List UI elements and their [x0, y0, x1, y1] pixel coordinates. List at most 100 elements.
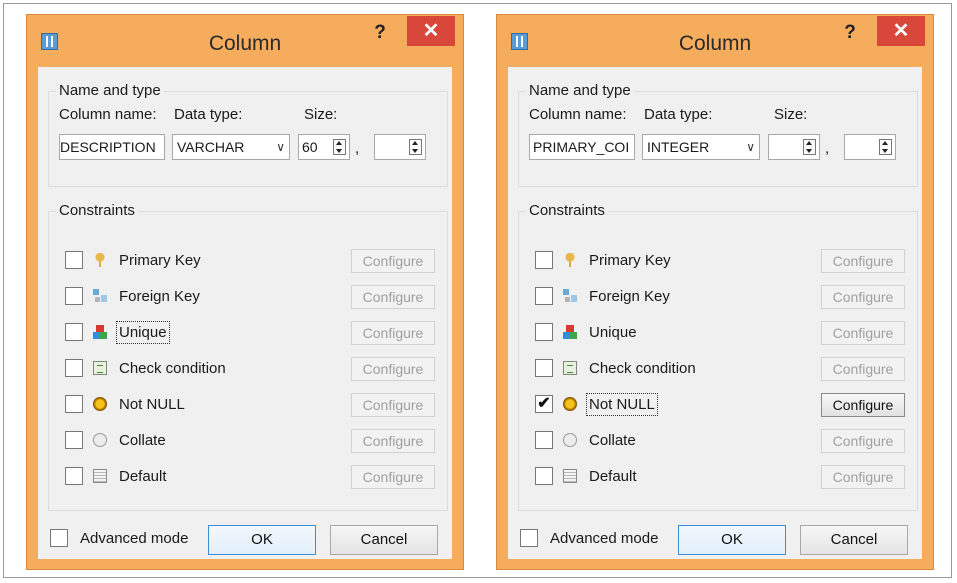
not-null-checkbox[interactable] [65, 395, 83, 413]
constraint-label: Check condition [589, 360, 696, 377]
help-button[interactable]: ? [367, 21, 393, 45]
configure-button[interactable]: Configure [351, 285, 435, 309]
configure-button[interactable]: Configure [821, 357, 905, 381]
data-type-select[interactable]: INTEGER ∨ [642, 134, 760, 160]
constraint-row-check-condition: Check condition Configure [65, 357, 435, 381]
comma-separator: , [825, 140, 830, 157]
constraint-row-not-null: Not NULL Configure [65, 393, 435, 417]
constraints-group: Constraints Primary Key Configure Foreig… [48, 202, 448, 511]
primary-key-checkbox[interactable] [535, 251, 553, 269]
configure-button[interactable]: Configure [351, 393, 435, 417]
ok-button[interactable]: OK [208, 525, 316, 555]
key-icon [93, 253, 107, 267]
constraint-label: Primary Key [589, 252, 671, 269]
collate-icon [563, 433, 577, 447]
size-label: Size: [774, 106, 808, 123]
constraint-label: Not NULL [119, 396, 185, 413]
configure-button[interactable]: Configure [821, 249, 905, 273]
constraint-row-primary-key: Primary Key Configure [535, 249, 905, 273]
check-condition-checkbox[interactable] [65, 359, 83, 377]
advanced-mode-label: Advanced mode [80, 530, 189, 547]
default-icon [563, 469, 577, 483]
column-dialog-right: Column ? ✕ Name and type Column name: Da… [496, 14, 934, 570]
constraint-row-foreign-key: Foreign Key Configure [65, 285, 435, 309]
foreign-key-icon [93, 289, 107, 303]
advanced-mode-checkbox[interactable] [50, 529, 68, 547]
configure-button[interactable]: Configure [351, 321, 435, 345]
name-and-type-group: Name and type Column name: Data type: Si… [48, 82, 448, 187]
group-legend: Name and type [56, 82, 164, 99]
chevron-down-icon: ∨ [746, 140, 755, 154]
cancel-button[interactable]: Cancel [330, 525, 438, 555]
default-checkbox[interactable] [535, 467, 553, 485]
data-type-value: VARCHAR [177, 139, 245, 155]
constraint-row-not-null: ✔ Not NULL Configure [535, 393, 905, 417]
configure-button[interactable]: Configure [351, 357, 435, 381]
close-button[interactable]: ✕ [407, 16, 455, 46]
column-name-label: Column name: [529, 106, 627, 123]
unique-checkbox[interactable] [65, 323, 83, 341]
comma-separator: , [355, 140, 360, 157]
dialog-body: Name and type Column name: Data type: Si… [508, 67, 922, 559]
chevron-down-icon: ∨ [276, 140, 285, 154]
column-name-label: Column name: [59, 106, 157, 123]
constraint-label: Unique [589, 324, 637, 341]
constraint-label: Unique [116, 321, 170, 344]
collate-checkbox[interactable] [65, 431, 83, 449]
unique-checkbox[interactable] [535, 323, 553, 341]
collate-checkbox[interactable] [535, 431, 553, 449]
configure-button[interactable]: Configure [821, 465, 905, 489]
spin-arrows-icon[interactable] [879, 139, 892, 155]
spin-arrows-icon[interactable] [803, 139, 816, 155]
foreign-key-checkbox[interactable] [65, 287, 83, 305]
title-bar[interactable]: Column ? ✕ [27, 15, 463, 67]
size-label: Size: [304, 106, 338, 123]
data-type-select[interactable]: VARCHAR ∨ [172, 134, 290, 160]
default-checkbox[interactable] [65, 467, 83, 485]
constraint-row-default: Default Configure [535, 465, 905, 489]
scale-spinbox[interactable] [844, 134, 896, 160]
configure-button[interactable]: Configure [351, 465, 435, 489]
constraint-label: Default [119, 468, 167, 485]
cancel-button[interactable]: Cancel [800, 525, 908, 555]
configure-button[interactable]: Configure [351, 249, 435, 273]
constraint-label: Foreign Key [589, 288, 670, 305]
ok-button[interactable]: OK [678, 525, 786, 555]
configure-button[interactable]: Configure [821, 285, 905, 309]
dialog-title: Column [678, 32, 752, 55]
foreign-key-checkbox[interactable] [535, 287, 553, 305]
configure-button[interactable]: Configure [821, 393, 905, 417]
group-legend: Name and type [526, 82, 634, 99]
constraint-row-default: Default Configure [65, 465, 435, 489]
data-type-label: Data type: [644, 106, 713, 123]
help-button[interactable]: ? [837, 21, 863, 45]
spin-arrows-icon[interactable] [333, 139, 346, 155]
constraint-row-unique: Unique Configure [65, 321, 435, 345]
configure-button[interactable]: Configure [821, 429, 905, 453]
constraint-label: Check condition [119, 360, 226, 377]
check-condition-checkbox[interactable] [535, 359, 553, 377]
group-legend: Constraints [56, 202, 138, 219]
group-legend: Constraints [526, 202, 608, 219]
constraint-label: Default [589, 468, 637, 485]
size-spinbox[interactable] [768, 134, 820, 160]
data-type-value: INTEGER [647, 139, 710, 155]
constraint-row-foreign-key: Foreign Key Configure [535, 285, 905, 309]
close-button[interactable]: ✕ [877, 16, 925, 46]
advanced-mode-checkbox[interactable] [520, 529, 538, 547]
constraint-label: Collate [589, 432, 636, 449]
constraint-row-collate: Collate Configure [65, 429, 435, 453]
default-icon [93, 469, 107, 483]
scale-spinbox[interactable] [374, 134, 426, 160]
size-value: 60 [302, 139, 318, 155]
not-null-icon [563, 397, 577, 411]
primary-key-checkbox[interactable] [65, 251, 83, 269]
configure-button[interactable]: Configure [351, 429, 435, 453]
spin-arrows-icon[interactable] [409, 139, 422, 155]
configure-button[interactable]: Configure [821, 321, 905, 345]
column-name-input[interactable]: PRIMARY_COI [529, 134, 635, 160]
title-bar[interactable]: Column ? ✕ [497, 15, 933, 67]
size-spinbox[interactable]: 60 [298, 134, 350, 160]
column-name-input[interactable]: DESCRIPTION [59, 134, 165, 160]
not-null-checkbox[interactable]: ✔ [535, 395, 553, 413]
